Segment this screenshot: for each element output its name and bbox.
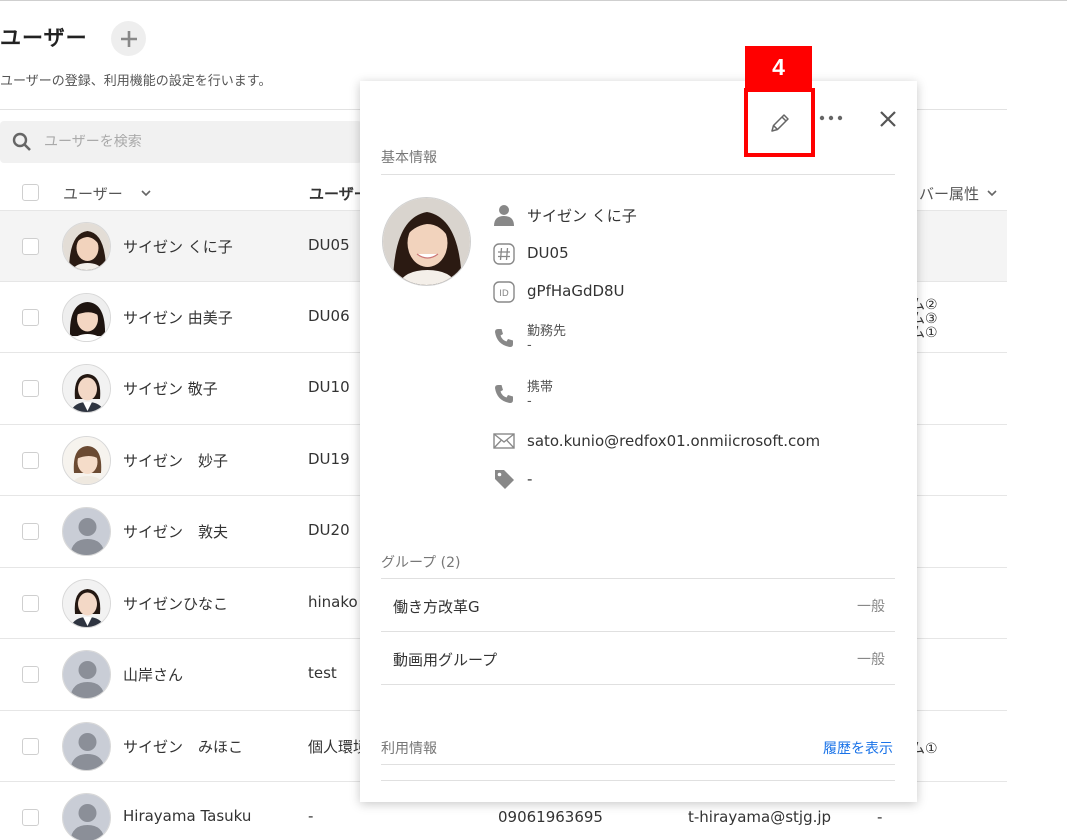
mail-icon: [492, 429, 516, 453]
user-avatar-large: [382, 197, 471, 286]
more-options-button[interactable]: [818, 108, 844, 128]
divider: [381, 764, 895, 765]
user-name[interactable]: サイゼン 敦夫: [123, 521, 228, 542]
user-code: DU10: [308, 378, 350, 396]
user-name[interactable]: サイゼン 妙子: [123, 450, 228, 471]
user-code: -: [308, 807, 314, 825]
user-name[interactable]: サイゼン 敬子: [123, 378, 218, 399]
avatar: [62, 650, 111, 699]
group-section-title: グループ (2): [381, 555, 461, 571]
user-name[interactable]: 山岸さん: [123, 664, 183, 685]
top-divider: [0, 0, 1067, 4]
detail-tags: -: [527, 470, 533, 488]
user-code: hinako: [308, 593, 358, 611]
avatar: [62, 507, 111, 556]
user-email: t-hirayama@stjg.jp: [688, 808, 832, 826]
phone-icon: [492, 326, 516, 350]
divider: [381, 780, 895, 781]
user-name[interactable]: サイゼン みほこ: [123, 736, 243, 757]
usage-section-title: 利用情報: [381, 741, 437, 757]
chevron-down-icon[interactable]: [140, 187, 152, 199]
row-checkbox[interactable]: [22, 738, 39, 755]
id-icon: ID: [492, 280, 516, 304]
user-name[interactable]: サイゼン 由美子: [123, 307, 233, 328]
tag-icon: [492, 467, 516, 491]
add-user-button[interactable]: [111, 21, 146, 56]
group-name: 動画用グループ: [393, 651, 498, 669]
close-icon: [880, 111, 896, 127]
avatar: [62, 293, 111, 342]
close-panel-button[interactable]: [877, 108, 899, 130]
hash-icon: [492, 242, 516, 266]
row-checkbox[interactable]: [22, 380, 39, 397]
page-subtitle: ユーザーの登録、利用機能の設定を行います。: [0, 74, 272, 89]
avatar: [62, 793, 111, 840]
group-name: 働き方改革G: [393, 598, 480, 616]
row-checkbox[interactable]: [22, 809, 39, 826]
more-dots-icon: [819, 115, 843, 121]
row-checkbox[interactable]: [22, 666, 39, 683]
page-title: ユーザー: [0, 26, 88, 50]
detail-email[interactable]: sato.kunio@redfox01.onmiicrosoft.com: [527, 432, 820, 450]
edit-button[interactable]: [744, 88, 815, 157]
avatar: [62, 364, 111, 413]
select-all-checkbox[interactable]: [22, 184, 39, 201]
step-badge: 4: [745, 46, 812, 89]
group-role: 一般: [857, 599, 885, 615]
plus-icon: [120, 30, 137, 47]
row-checkbox[interactable]: [22, 452, 39, 469]
row-checkbox[interactable]: [22, 595, 39, 612]
user-name[interactable]: サイゼンひなこ: [123, 593, 228, 614]
phone-icon: [492, 382, 516, 406]
row-checkbox[interactable]: [22, 523, 39, 540]
work-phone-label: 勤務先: [527, 324, 567, 339]
avatar: [62, 222, 111, 271]
detail-code: DU05: [527, 244, 569, 262]
mobile-phone-value: -: [527, 394, 532, 409]
search-icon: [12, 132, 31, 151]
avatar: [62, 579, 111, 628]
group-row[interactable]: 働き方改革G 一般: [381, 579, 895, 632]
chevron-down-icon[interactable]: [986, 187, 998, 199]
detail-id: gPfHaGdD8U: [527, 282, 625, 300]
column-header-user[interactable]: ユーザー: [63, 183, 123, 204]
search-input[interactable]: [44, 134, 324, 150]
show-history-link[interactable]: 履歴を表示: [823, 738, 893, 758]
user-code: DU05: [308, 236, 350, 254]
avatar: [62, 436, 111, 485]
user-name[interactable]: Hirayama Tasuku: [123, 807, 251, 825]
row-checkbox[interactable]: [22, 238, 39, 255]
user-code: 個人環境: [308, 738, 369, 756]
user-code: DU19: [308, 450, 350, 468]
column-header-member-attr[interactable]: バー属性: [919, 183, 979, 204]
divider: [381, 174, 895, 175]
basic-info-title: 基本情報: [381, 150, 437, 166]
user-code: test: [308, 664, 337, 682]
user-name[interactable]: サイゼン くに子: [123, 236, 233, 257]
user-code: DU06: [308, 307, 350, 325]
pencil-icon: [770, 113, 789, 132]
work-phone-value: -: [527, 338, 532, 353]
row-checkbox[interactable]: [22, 309, 39, 326]
detail-name: サイゼン くに子: [527, 207, 637, 225]
member-attribute: -: [877, 808, 883, 826]
mobile-phone-label: 携帯: [527, 380, 554, 395]
avatar: [62, 722, 111, 771]
group-row[interactable]: 動画用グループ 一般: [381, 632, 895, 685]
search-box[interactable]: [0, 121, 362, 163]
user-phone: 09061963695: [498, 808, 603, 826]
person-icon: [492, 203, 516, 227]
group-role: 一般: [857, 652, 885, 668]
svg-text:ID: ID: [499, 289, 509, 299]
user-code: DU20: [308, 521, 350, 539]
